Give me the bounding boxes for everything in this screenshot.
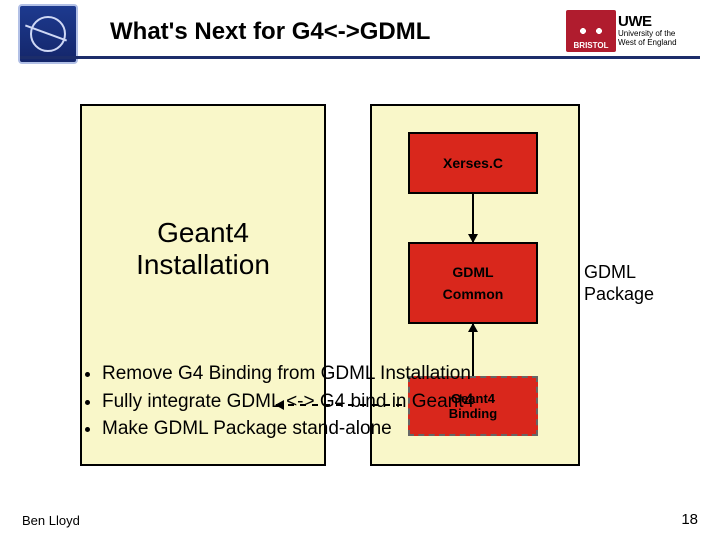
gdml-package-line2: Package: [584, 284, 654, 306]
node-gdml-line2: Common: [443, 286, 504, 302]
uwe-line2: West of England: [618, 39, 714, 48]
footer-author: Ben Lloyd: [22, 513, 80, 528]
node-gdml-common: GDML Common: [408, 242, 538, 324]
uwe-big: UWE: [618, 14, 714, 31]
slide-header: What's Next for G4<->GDML BRISTOL UWE Un…: [0, 0, 720, 68]
bullet-list: Remove G4 Binding from GDML Installation…: [80, 360, 670, 443]
bullet-2: Fully integrate GDML <-> G4 bind in Gean…: [102, 388, 670, 416]
node-xerses-label: Xerses.C: [443, 155, 503, 171]
slide-title: What's Next for G4<->GDML: [110, 18, 430, 46]
node-gdml-line1: GDML: [452, 264, 493, 280]
bullet-3: Make GDML Package stand-alone: [102, 415, 670, 443]
arrow-xerses-to-gdml: [472, 194, 474, 242]
uwe-bristol-logo-icon: BRISTOL: [566, 10, 616, 52]
title-underline: [20, 56, 700, 59]
geant4-install-label: Geant4 Installation: [136, 217, 270, 281]
cern-logo-icon: [18, 4, 78, 64]
node-xerses: Xerses.C: [408, 132, 538, 194]
uwe-text-logo: UWE University of the West of England: [618, 10, 714, 52]
bullet-1: Remove G4 Binding from GDML Installation: [102, 360, 670, 388]
uwe-logo-text: BRISTOL: [574, 41, 609, 50]
gdml-package-label: GDML Package: [584, 262, 654, 305]
footer-page-number: 18: [681, 511, 698, 528]
gdml-package-line1: GDML: [584, 262, 654, 284]
